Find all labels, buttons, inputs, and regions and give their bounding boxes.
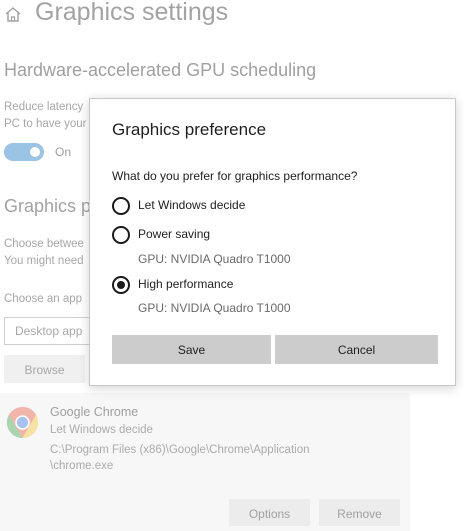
remove-button[interactable]: Remove <box>319 499 400 526</box>
gpu-scheduling-toggle[interactable] <box>4 143 44 161</box>
options-button-label: Options <box>248 507 291 521</box>
cancel-button-label: Cancel <box>337 343 376 357</box>
dialog-title: Graphics preference <box>112 120 267 139</box>
save-button[interactable]: Save <box>112 335 271 364</box>
graphics-pref-desc-line1: Choose betwee <box>4 238 84 250</box>
option-power-saving[interactable]: Power saving <box>112 226 312 246</box>
choose-app-label: Choose an app <box>4 293 83 305</box>
option-label: Power saving <box>138 227 211 241</box>
app-list-item-chrome[interactable]: Google Chrome Let Windows decide C:\Prog… <box>0 393 410 531</box>
toggle-state-label: On <box>55 145 72 159</box>
gpu-scheduling-heading: Hardware-accelerated GPU scheduling <box>4 60 317 80</box>
options-button[interactable]: Options <box>229 499 310 526</box>
gpu-scheduling-desc-line1: Reduce latency <box>4 101 84 113</box>
cancel-button[interactable]: Cancel <box>275 335 438 364</box>
remove-button-label: Remove <box>337 507 382 521</box>
page-title: Graphics settings <box>35 0 229 26</box>
radio-let-windows-decide[interactable] <box>112 197 130 215</box>
app-name: Google Chrome <box>50 405 139 419</box>
home-icon[interactable] <box>4 6 22 22</box>
option-high-performance[interactable]: High performance <box>112 276 312 296</box>
app-path-line2: \chrome.exe <box>50 460 114 472</box>
graphics-preference-dialog: Graphics preference What do you prefer f… <box>89 98 456 386</box>
radio-high-performance[interactable] <box>112 276 130 294</box>
graphics-pref-desc-line2: You might need <box>4 255 84 267</box>
graphics-preference-heading: Graphics pe <box>4 196 102 216</box>
option-let-windows-decide[interactable]: Let Windows decide <box>112 197 312 217</box>
app-path-line1: C:\Program Files (x86)\Google\Chrome\App… <box>50 444 310 456</box>
radio-power-saving[interactable] <box>112 226 130 244</box>
high-performance-gpu: GPU: NVIDIA Quadro T1000 <box>138 301 291 315</box>
gpu-scheduling-desc-line2: PC to have your <box>4 118 87 130</box>
option-label: Let Windows decide <box>138 198 246 212</box>
app-type-value: Desktop app <box>15 324 83 338</box>
chrome-icon <box>6 406 39 439</box>
graphics-settings-page: Graphics settings Hardware-accelerated G… <box>0 0 464 531</box>
browse-button-label: Browse <box>24 363 65 377</box>
browse-button[interactable]: Browse <box>4 355 85 383</box>
dialog-question: What do you prefer for graphics performa… <box>112 169 358 183</box>
option-label: High performance <box>138 277 234 291</box>
power-saving-gpu: GPU: NVIDIA Quadro T1000 <box>138 252 291 266</box>
save-button-label: Save <box>177 343 206 357</box>
app-preference: Let Windows decide <box>50 424 153 436</box>
